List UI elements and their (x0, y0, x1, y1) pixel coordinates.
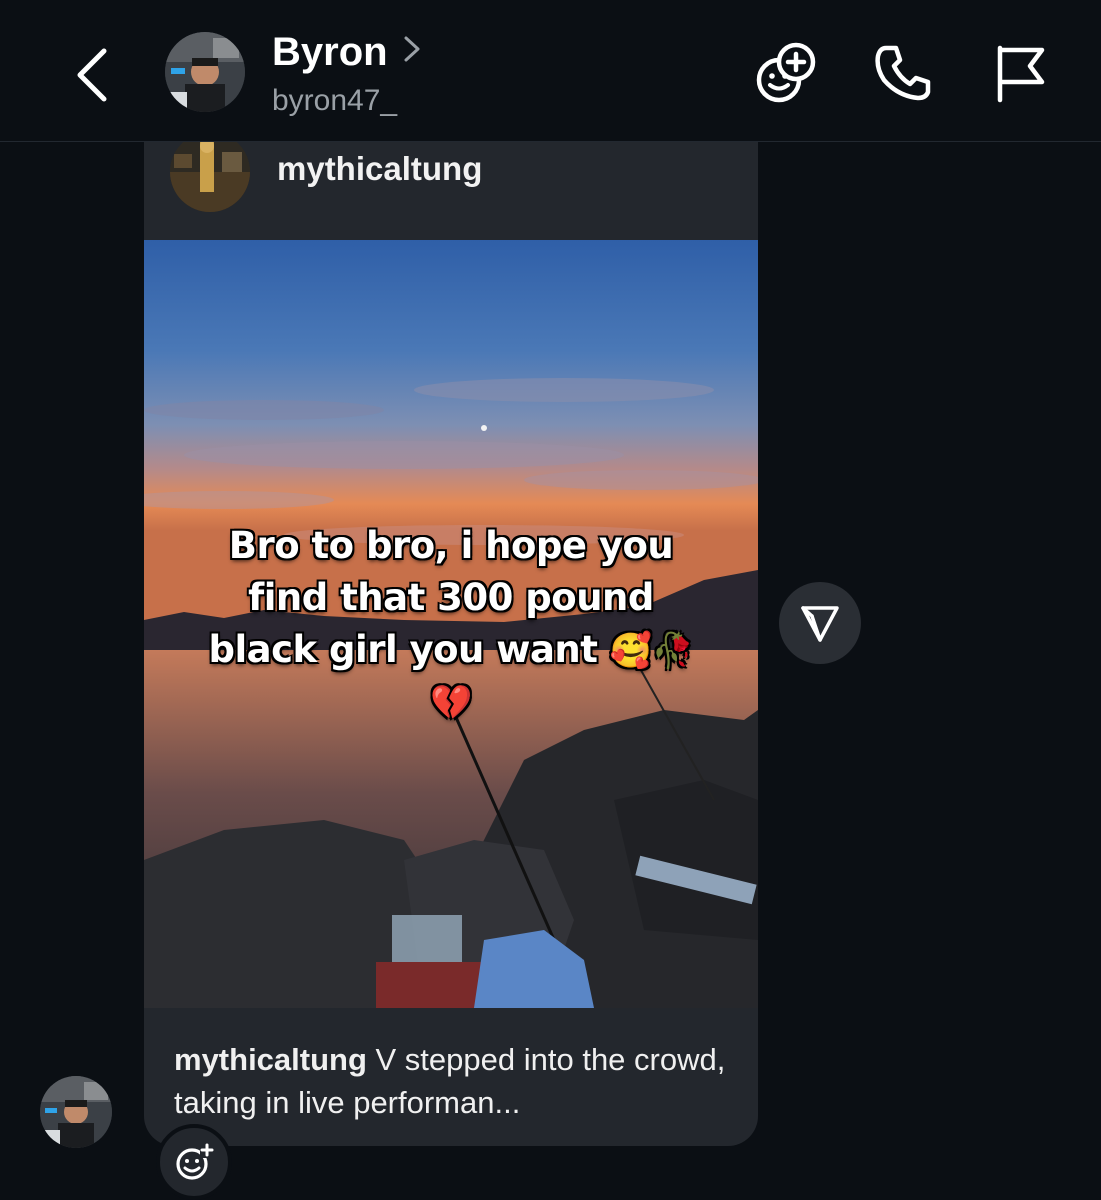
post-image[interactable]: Bro to bro, i hope you find that 300 pou… (144, 240, 758, 1008)
caption-username: mythicaltung (174, 1042, 367, 1077)
call-button[interactable] (868, 38, 938, 108)
shared-post-card[interactable]: mythicaltung Bro to bro, i hope you find… (144, 142, 758, 1146)
post-author-name[interactable]: mythicaltung (277, 150, 482, 188)
post-overlay-text: Bro to bro, i hope you find that 300 pou… (144, 520, 758, 729)
smiling-hearts-rose-emoji: 🥰🥀 (609, 631, 694, 671)
report-button[interactable] (986, 38, 1056, 108)
chevron-left-icon (77, 48, 107, 102)
shared-post-header[interactable]: mythicaltung (144, 142, 758, 240)
phone-icon (875, 45, 931, 101)
back-button[interactable] (62, 40, 122, 110)
contact-name[interactable]: Byron (272, 30, 388, 75)
sender-avatar[interactable] (40, 1076, 112, 1148)
broken-heart-emoji: 💔 (430, 683, 472, 723)
post-author-avatar[interactable] (170, 142, 250, 212)
flag-icon (997, 45, 1045, 103)
contact-avatar[interactable] (165, 32, 245, 112)
overlay-line: find that 300 pound (248, 576, 654, 619)
add-reaction-icon (176, 1143, 214, 1180)
share-button[interactable] (779, 582, 861, 664)
chevron-right-icon[interactable] (400, 34, 424, 64)
send-icon (801, 606, 839, 642)
add-effect-icon (756, 42, 816, 103)
effects-button[interactable] (750, 38, 820, 108)
chat-header: Byron byron47_ (0, 0, 1101, 142)
contact-handle[interactable]: byron47_ (272, 84, 397, 118)
add-reaction-button[interactable] (156, 1124, 232, 1200)
overlay-line: black girl you want 🥰🥀 (208, 628, 694, 671)
post-caption[interactable]: mythicaltung V stepped into the crowd, t… (174, 1038, 734, 1124)
overlay-line: Bro to bro, i hope you (228, 524, 674, 567)
